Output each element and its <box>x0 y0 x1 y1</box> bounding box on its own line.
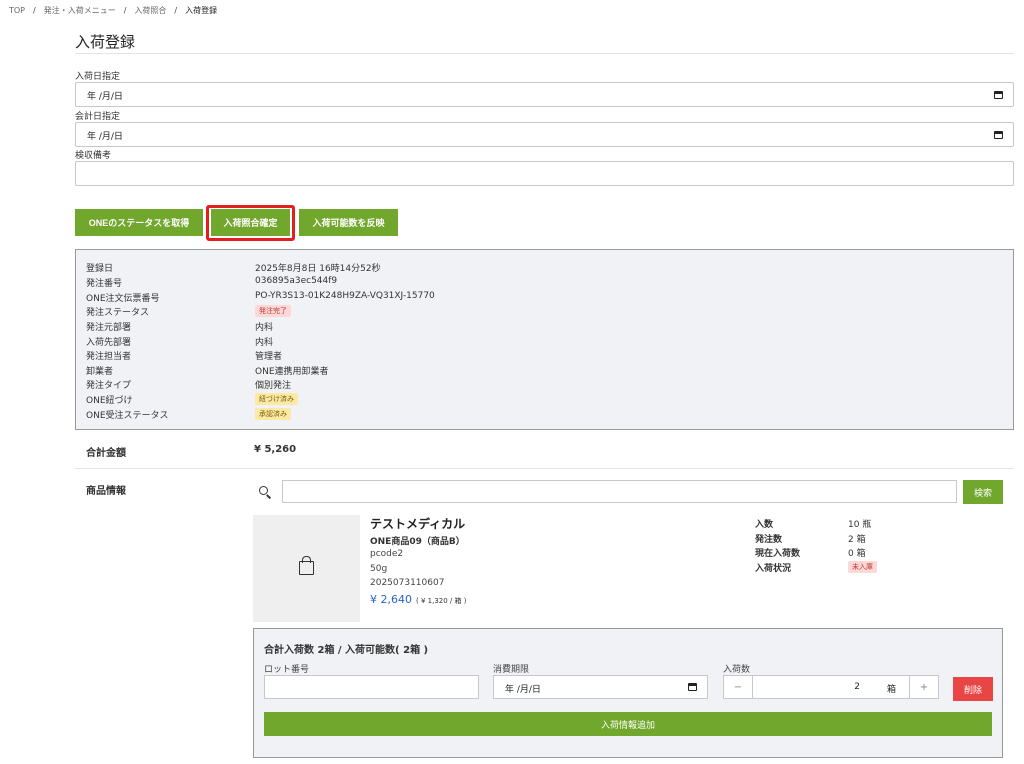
status-badge: 発注完了 <box>255 305 291 317</box>
info-value-dest-dept: 内科 <box>255 338 274 348</box>
product-code: pcode2 <box>370 549 404 559</box>
info-label-dest-dept: 入荷先部署 <box>86 338 132 348</box>
breadcrumb-separator: / <box>174 6 178 15</box>
breadcrumb-current: 入荷登録 <box>185 6 218 15</box>
stat-value-ordered: 2 箱 <box>848 535 866 545</box>
info-value-order-no: 036895a3ec544f9 <box>255 276 338 286</box>
title-divider <box>75 53 1014 54</box>
accounting-date-input[interactable]: 年 /月/日 <box>75 122 1014 147</box>
product-info-label: 商品情報 <box>86 486 126 497</box>
info-label-wholesaler: 卸業者 <box>86 367 114 377</box>
breadcrumb-order-menu[interactable]: 発注・入荷メニュー <box>44 6 116 15</box>
expiry-input[interactable]: 年 /月/日 <box>493 675 708 699</box>
stat-label-arrival-status: 入荷状況 <box>755 564 792 574</box>
info-value-registered: 2025年8月8日 16時14分52秒 <box>255 264 381 274</box>
calendar-icon[interactable] <box>994 91 1003 99</box>
info-value-one-link: 紐づけ済み <box>255 393 298 405</box>
qty-unit: 箱 <box>886 685 896 695</box>
lot-input[interactable] <box>264 675 479 699</box>
total-value: ¥ 5,260 <box>254 444 297 455</box>
stat-label-ordered: 発注数 <box>755 535 783 545</box>
arrival-date-value: 年 /月/日 <box>87 92 123 102</box>
arrival-status-badge: 未入庫 <box>848 561 877 573</box>
breadcrumb-top[interactable]: TOP <box>9 6 25 15</box>
stat-label-content: 入数 <box>755 520 774 530</box>
expiry-value: 年 /月/日 <box>505 685 541 695</box>
total-label: 合計金額 <box>86 448 126 459</box>
qty-label: 入荷数 <box>723 665 751 675</box>
accounting-date-label: 会計日指定 <box>75 112 121 122</box>
accept-badge: 承認済み <box>255 408 291 420</box>
product-size: 50g <box>370 564 388 574</box>
info-value-order-type: 個別発注 <box>255 381 292 391</box>
product-search-input[interactable] <box>282 480 957 503</box>
expiry-label: 消費期限 <box>493 665 530 675</box>
page-title: 入荷登録 <box>75 33 136 51</box>
get-one-status-button[interactable]: ONEのステータスを取得 <box>75 209 203 236</box>
info-value-order-status: 発注完了 <box>255 305 291 317</box>
info-label-order-type: 発注タイプ <box>86 381 132 391</box>
qty-value[interactable]: 2 <box>854 682 860 692</box>
inspection-note-input[interactable] <box>75 161 1014 186</box>
accounting-date-value: 年 /月/日 <box>87 132 123 142</box>
product-unit-price: ( ¥ 1,320 / 箱 ) <box>416 597 467 605</box>
stat-value-content: 10 瓶 <box>848 520 872 530</box>
info-value-wholesaler: ONE連携用卸業者 <box>255 367 329 377</box>
info-label-registered: 登録日 <box>86 264 114 274</box>
info-label-source-dept: 発注元部署 <box>86 323 132 333</box>
info-label-order-no: 発注番号 <box>86 279 123 289</box>
breadcrumb-arrival-matching[interactable]: 入荷照合 <box>134 6 166 15</box>
shopping-bag-icon <box>299 556 314 575</box>
calendar-icon[interactable] <box>994 131 1003 139</box>
search-button[interactable]: 検索 <box>963 480 1003 504</box>
qty-stepper[interactable]: − 2 箱 + <box>723 675 939 699</box>
info-value-person: 管理者 <box>255 352 283 362</box>
info-label-one-accept: ONE受注ステータス <box>86 411 169 421</box>
total-divider <box>75 468 1014 469</box>
arrival-date-input[interactable]: 年 /月/日 <box>75 82 1014 107</box>
search-icon <box>259 486 268 495</box>
info-label-order-status: 発注ステータス <box>86 308 150 318</box>
product-maker: テストメディカル <box>370 517 466 531</box>
info-label-person: 発注担当者 <box>86 352 132 362</box>
stat-value-received: 0 箱 <box>848 549 866 559</box>
link-badge: 紐づけ済み <box>255 393 298 405</box>
breadcrumb-separator: / <box>33 6 36 15</box>
product-name: ONE商品09（商品B） <box>370 537 465 547</box>
order-info-panel: 登録日 2025年8月8日 16時14分52秒 発注番号 036895a3ec5… <box>75 249 1014 430</box>
minus-button[interactable]: − <box>724 676 753 698</box>
breadcrumb: TOP / 発注・入荷メニュー / 入荷照合 / 入荷登録 <box>9 5 217 16</box>
product-price: ¥ 2,640 <box>370 593 412 606</box>
inspection-note-label: 検収備考 <box>75 151 112 161</box>
highlight-box <box>206 205 295 241</box>
plus-button[interactable]: + <box>909 676 938 698</box>
info-label-one-link: ONE紐づけ <box>86 396 133 406</box>
product-price-row: ¥ 2,640 ( ¥ 1,320 / 箱 ) <box>370 593 466 606</box>
info-value-source-dept: 内科 <box>255 323 274 333</box>
info-label-one-slip: ONE注文伝票番号 <box>86 294 160 304</box>
product-thumbnail <box>253 515 360 622</box>
add-arrival-info-button[interactable]: 入荷情報追加 <box>264 712 992 736</box>
lot-label: ロット番号 <box>264 665 310 675</box>
product-jan: 2025073110607 <box>370 578 445 588</box>
receive-panel: 合計入荷数 2箱 / 入荷可能数( 2箱 ) ロット番号 消費期限 年 /月/日… <box>253 628 1003 758</box>
arrival-date-label: 入荷日指定 <box>75 72 121 82</box>
reflect-available-button[interactable]: 入荷可能数を反映 <box>299 209 398 236</box>
breadcrumb-separator: / <box>123 6 127 15</box>
info-value-one-accept: 承認済み <box>255 408 291 420</box>
calendar-icon[interactable] <box>688 683 697 691</box>
stat-label-received: 現在入荷数 <box>755 549 801 559</box>
receive-summary: 合計入荷数 2箱 / 入荷可能数( 2箱 ) <box>264 645 429 656</box>
info-value-one-slip: PO-YR3S13-01K248H9ZA-VQ31XJ-15770 <box>255 291 435 301</box>
delete-button[interactable]: 削除 <box>953 677 993 701</box>
stat-value-arrival-status: 未入庫 <box>848 561 877 573</box>
